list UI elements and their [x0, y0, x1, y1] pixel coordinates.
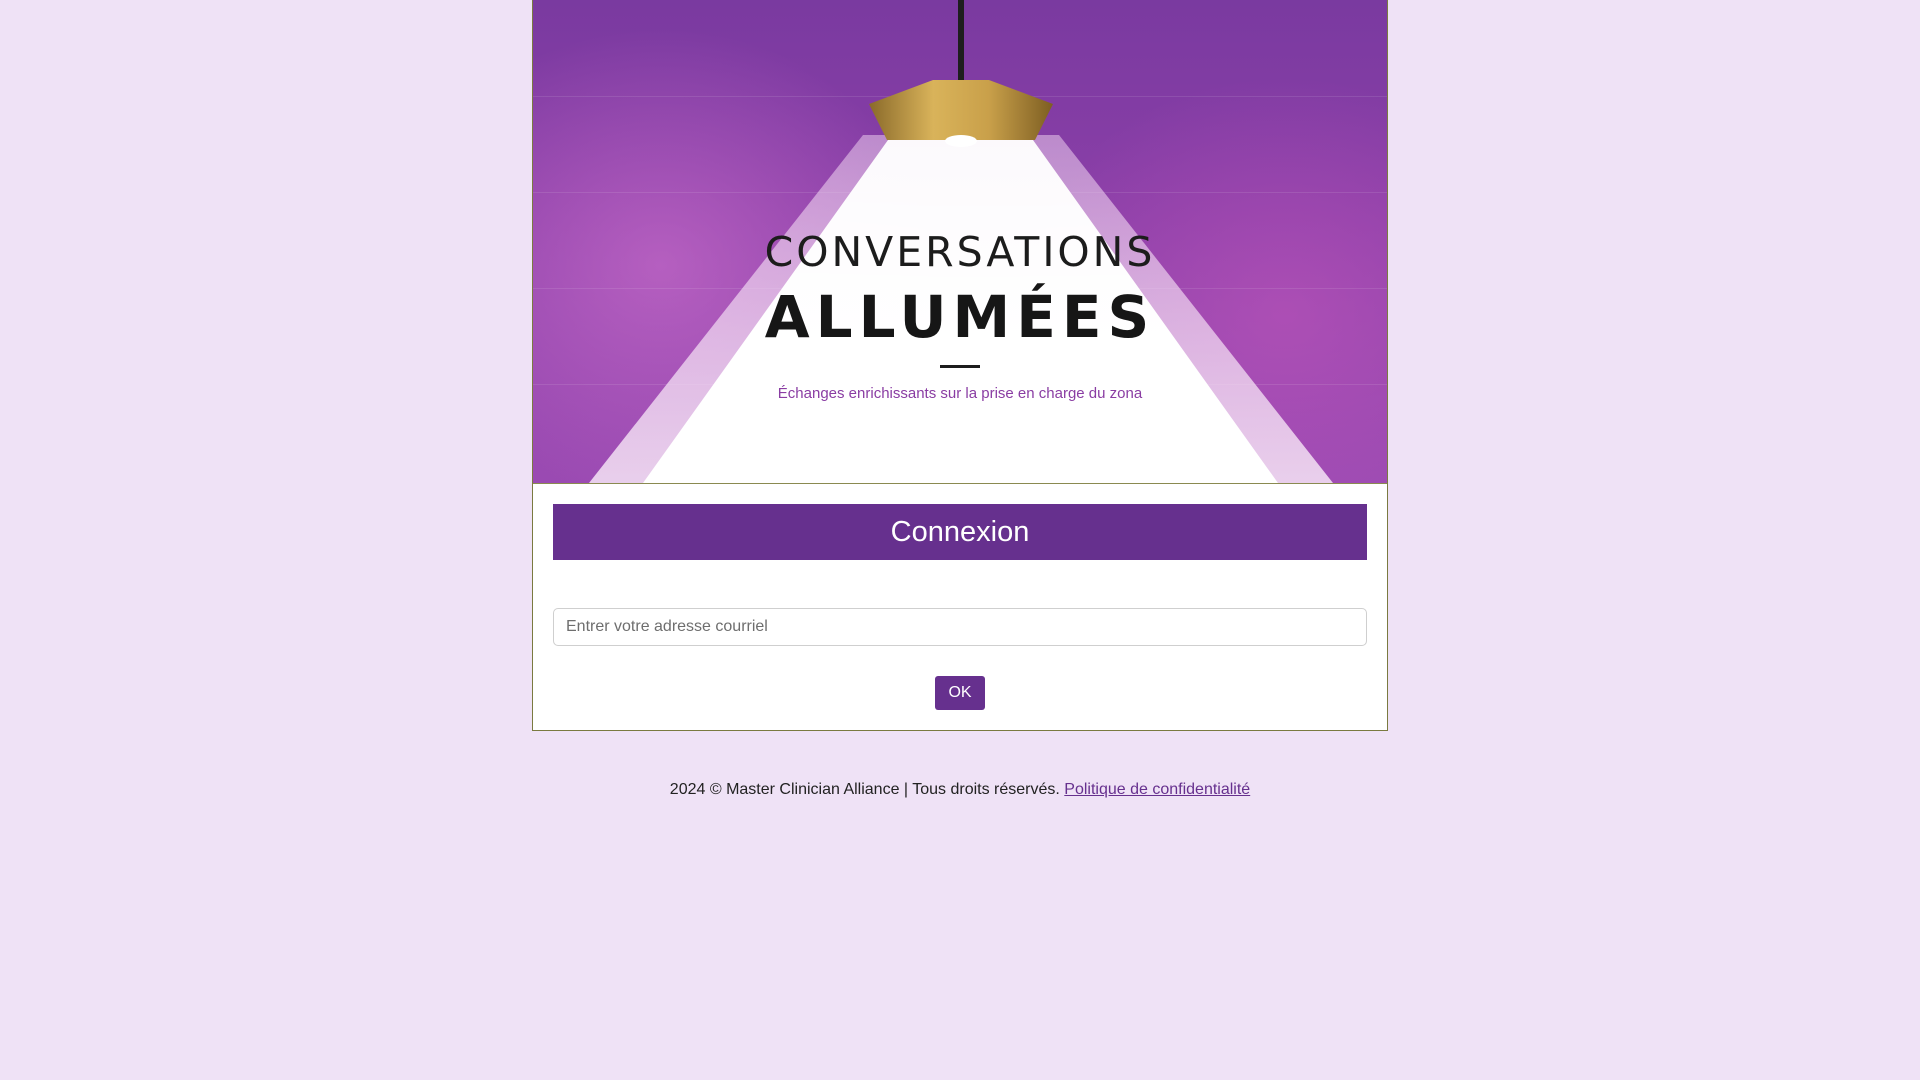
- privacy-policy-link[interactable]: Politique de confidentialité: [1064, 781, 1250, 798]
- login-heading: Connexion: [553, 504, 1367, 560]
- logo-title-line2: ALLUMÉES: [764, 283, 1156, 351]
- logo-divider: [940, 365, 980, 368]
- submit-row: OK: [553, 676, 1367, 710]
- ok-button[interactable]: OK: [935, 676, 985, 710]
- logo-title-line1: CONVERSATIONS: [764, 228, 1156, 276]
- login-card: CONVERSATIONS ALLUMÉES Échanges enrichis…: [532, 0, 1388, 731]
- page-footer: 2024 © Master Clinician Alliance | Tous …: [0, 781, 1920, 799]
- logo-tagline: Échanges enrichissants sur la prise en c…: [777, 385, 1143, 402]
- login-form: Connexion OK: [533, 484, 1387, 730]
- header-banner: CONVERSATIONS ALLUMÉES Échanges enrichis…: [533, 0, 1387, 484]
- email-input[interactable]: [553, 608, 1367, 646]
- copyright-text: 2024 © Master Clinician Alliance | Tous …: [669, 781, 1060, 798]
- pendant-lamp-icon: [869, 80, 1053, 147]
